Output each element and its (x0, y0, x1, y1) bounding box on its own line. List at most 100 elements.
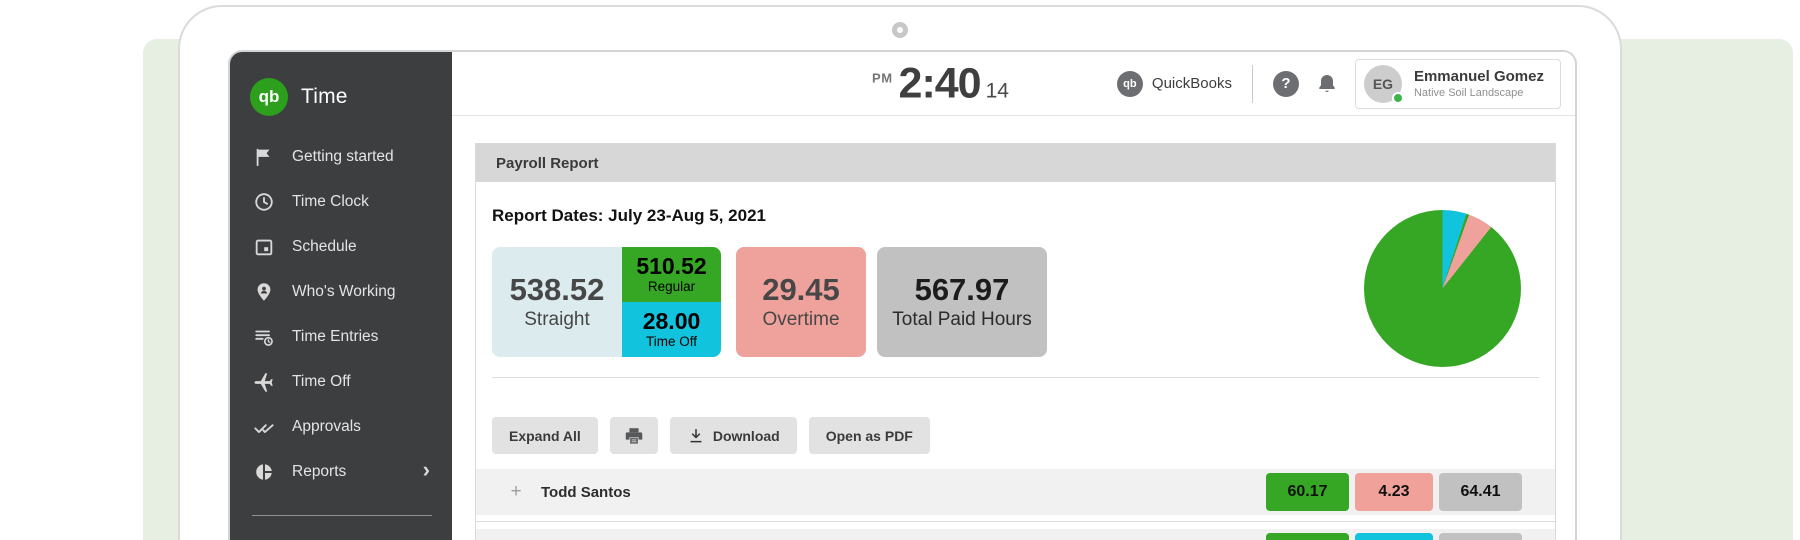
report-toolbar: Expand All Download Open as PDF (492, 417, 1539, 454)
row-divider (476, 521, 1555, 522)
overtime-value: 29.45 (762, 272, 840, 308)
topbar: PM 2:40 14 qb QuickBooks ? EG Emmanuel G… (452, 52, 1575, 116)
double-check-icon (252, 415, 275, 438)
sidebar: qb Time Getting started Time Clock Sched… (230, 52, 452, 540)
sidebar-item-approvals[interactable]: Approvals (230, 404, 452, 449)
regular-hours-badge (1266, 533, 1349, 540)
live-clock: PM 2:40 14 (872, 62, 1009, 105)
sidebar-divider (252, 515, 432, 516)
sidebar-item-label: Who's Working (292, 282, 396, 300)
sidebar-item-label: Approvals (292, 417, 361, 435)
expand-row-icon[interactable]: + (509, 481, 523, 503)
section-divider (492, 377, 1539, 378)
regular-label: Regular (647, 279, 696, 295)
stat-total-paid: 567.97 Total Paid Hours (877, 247, 1047, 357)
printer-icon (625, 427, 643, 444)
expand-all-button[interactable]: Expand All (492, 417, 598, 454)
quickbooks-logo-icon: qb (250, 78, 288, 116)
user-company: Native Soil Landscape (1413, 87, 1524, 100)
total-paid-value: 567.97 (914, 272, 1010, 308)
app-title: Time (301, 85, 348, 108)
employee-rows: + Todd Santos 60.17 4.23 64.41 (476, 469, 1555, 540)
download-label: Download (712, 427, 780, 444)
sidebar-item-reports[interactable]: Reports › (230, 449, 452, 494)
sidebar-item-schedule[interactable]: Schedule (230, 224, 452, 269)
report-dates: Report Dates: July 23-Aug 5, 2021 (492, 206, 766, 225)
report-title-bar: Payroll Report (476, 144, 1555, 182)
open-as-pdf-button[interactable]: Open as PDF (808, 417, 930, 454)
help-icon[interactable]: ? (1272, 70, 1299, 97)
print-button[interactable] (609, 417, 658, 454)
user-name: Emmanuel Gomez (1413, 67, 1544, 85)
user-menu[interactable]: EG Emmanuel Gomez Native Soil Landscape (1354, 58, 1561, 109)
clock-meridiem: PM (872, 70, 893, 85)
row-badges: 60.17 4.23 64.41 (1266, 473, 1522, 511)
flag-icon (252, 145, 275, 168)
regular-hours-badge: 60.17 (1266, 473, 1349, 511)
stat-straight: 538.52 Straight (492, 247, 622, 357)
report-title: Payroll Report (496, 154, 599, 172)
overtime-label: Overtime (762, 308, 840, 330)
stat-time-off: 28.00 Time Off (622, 302, 721, 357)
stat-regular: 510.52 Regular (622, 247, 721, 302)
payroll-report-card: Payroll Report Report Dates: July 23-Aug… (475, 143, 1556, 540)
quickbooks-label: QuickBooks (1151, 75, 1232, 92)
download-icon (690, 428, 702, 442)
table-row[interactable]: + Todd Santos 60.17 4.23 64.41 (476, 469, 1555, 515)
chevron-right-icon: › (422, 457, 430, 482)
straight-value: 538.52 (509, 272, 605, 308)
notifications-bell-icon[interactable] (1315, 72, 1339, 96)
sidebar-item-time-clock[interactable]: Time Clock (230, 179, 452, 224)
location-person-icon (252, 280, 275, 303)
sidebar-item-time-entries[interactable]: Time Entries (230, 314, 452, 359)
sidebar-item-label: Time Off (292, 372, 351, 390)
report-body: Report Dates: July 23-Aug 5, 2021 538.52… (476, 182, 1555, 540)
regular-value: 510.52 (636, 252, 707, 279)
webcam-dot (892, 22, 908, 38)
overtime-hours-badge: 4.23 (1355, 473, 1433, 511)
download-button[interactable]: Download (669, 417, 797, 454)
sidebar-item-label: Reports (292, 462, 347, 480)
main-area: PM 2:40 14 qb QuickBooks ? EG Emmanuel G… (452, 52, 1575, 540)
total-hours-badge (1439, 533, 1522, 540)
employee-name: Todd Santos (541, 483, 631, 501)
total-paid-label: Total Paid Hours (892, 308, 1032, 330)
sidebar-item-label: Getting started (292, 147, 394, 165)
sidebar-item-label: Time Entries (292, 327, 379, 345)
sidebar-item-time-off[interactable]: Time Off (230, 359, 452, 404)
marketing-frame: qb Time Getting started Time Clock Sched… (0, 0, 1800, 540)
stats-row: 538.52 Straight 510.52 Regular 28.00 Tim… (492, 210, 1539, 367)
stat-split: 510.52 Regular 28.00 Time Off (622, 247, 721, 357)
time-off-hours-badge (1355, 533, 1433, 540)
sidebar-item-getting-started[interactable]: Getting started (230, 134, 452, 179)
time-off-label: Time Off (645, 334, 697, 350)
clock-icon (252, 190, 275, 213)
topbar-actions: qb QuickBooks ? EG Emmanuel Gomez Native… (1116, 58, 1561, 109)
content-area: Payroll Report Report Dates: July 23-Aug… (452, 116, 1575, 540)
table-row[interactable]: + (476, 529, 1555, 540)
total-hours-badge: 64.41 (1439, 473, 1522, 511)
sidebar-item-whos-working[interactable]: Who's Working (230, 269, 452, 314)
topbar-divider (1251, 64, 1253, 103)
airplane-icon (252, 370, 275, 393)
sidebar-item-label: Time Clock (292, 192, 369, 210)
quickbooks-link[interactable]: qb QuickBooks (1116, 70, 1232, 97)
payroll-pie-chart (1364, 210, 1521, 367)
sidebar-item-label: Schedule (292, 237, 357, 255)
stat-overtime: 29.45 Overtime (736, 247, 866, 357)
avatar: EG (1363, 64, 1404, 104)
straight-label: Straight (524, 308, 590, 330)
row-badges (1266, 533, 1522, 540)
online-status-dot (1391, 91, 1404, 104)
device-frame: qb Time Getting started Time Clock Sched… (178, 5, 1622, 540)
calendar-icon (252, 235, 275, 258)
avatar-initials: EG (1372, 75, 1394, 92)
app-logo[interactable]: qb Time (230, 52, 452, 116)
app-screen: qb Time Getting started Time Clock Sched… (228, 50, 1577, 540)
sidebar-menu: Getting started Time Clock Schedule Who'… (230, 134, 452, 494)
clock-time: 2:40 (898, 59, 982, 107)
pie-chart-icon (252, 460, 275, 483)
list-clock-icon (252, 325, 275, 348)
quickbooks-icon: qb (1116, 70, 1143, 97)
user-info: Emmanuel Gomez Native Soil Landscape (1414, 67, 1544, 101)
